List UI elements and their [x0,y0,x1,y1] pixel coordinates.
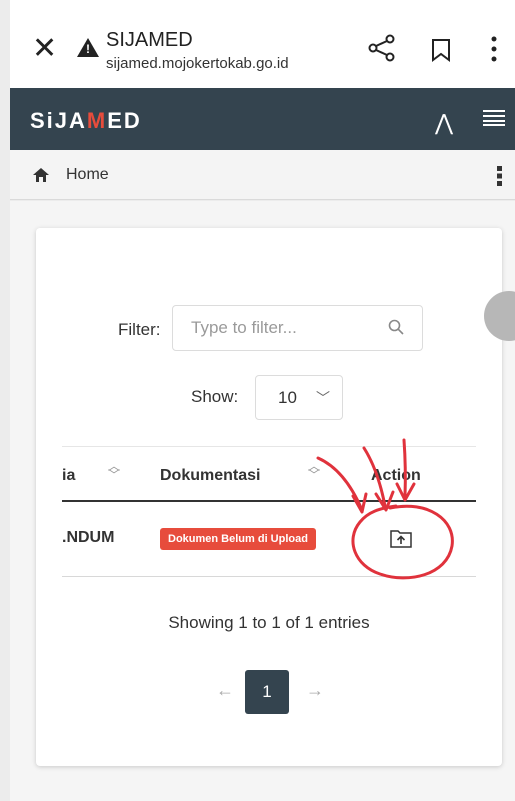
warning-icon[interactable] [77,38,99,57]
next-page-arrow-icon[interactable]: → [306,680,324,701]
show-label: Show: [191,387,239,406]
filter-input[interactable] [172,305,423,351]
sort-icon[interactable]: ︿ ﹀ [308,460,320,481]
app-navbar: SiJAMED ⋀ [10,88,515,150]
column-header-dokumentasi[interactable]: Dokumentasi [160,467,260,485]
caret-up-icon[interactable]: ⋀ [435,110,453,136]
breadcrumb-more-icon[interactable] [497,166,502,186]
home-icon[interactable] [32,167,50,183]
table-header: ia ︿ ﹀ Dokumentasi ︿ ﹀ Action [62,446,476,502]
browser-toolbar: ✕ SIJAMED sijamed.mojokertokab.go.id [10,0,515,88]
data-table-card: Filter: Show: 10 ﹀ ia ︿﹀ Dokumentasi ︿﹀ … [36,228,502,766]
sort-icon[interactable]: ︿ ﹀ [108,460,120,481]
column-header-name[interactable]: ia [62,467,75,485]
table-info: Showing 1 to 1 of 1 entries [168,613,370,632]
upload-folder-icon[interactable] [390,528,412,548]
table-row: .NDUM Dokumen Belum di Upload [62,502,476,577]
app-logo[interactable]: SiJAMED [30,108,142,134]
hamburger-menu-icon[interactable] [483,110,505,126]
page-size-value: 10 [278,388,297,407]
status-badge: Dokumen Belum di Upload [160,528,316,550]
prev-page-arrow-icon[interactable]: ← [216,680,234,701]
page-size-select[interactable]: 10 ﹀ [255,375,343,420]
bookmark-icon[interactable] [431,38,451,62]
share-icon[interactable] [368,34,396,62]
search-icon [388,319,404,335]
more-menu-icon[interactable] [491,36,497,62]
breadcrumb-home[interactable]: Home [66,166,109,184]
close-icon[interactable]: ✕ [32,34,57,64]
table-cell: .NDUM [62,529,115,546]
url-text[interactable]: sijamed.mojokertokab.go.id [106,55,289,72]
breadcrumb: Home [10,150,515,200]
page-title: SIJAMED [106,29,193,51]
chevron-down-icon: ﹀ [316,390,330,406]
pagination: ← 1 → [216,670,336,714]
filter-label: Filter: [118,320,161,339]
page-button-current[interactable]: 1 [245,670,289,714]
column-header-action: Action [371,467,421,484]
